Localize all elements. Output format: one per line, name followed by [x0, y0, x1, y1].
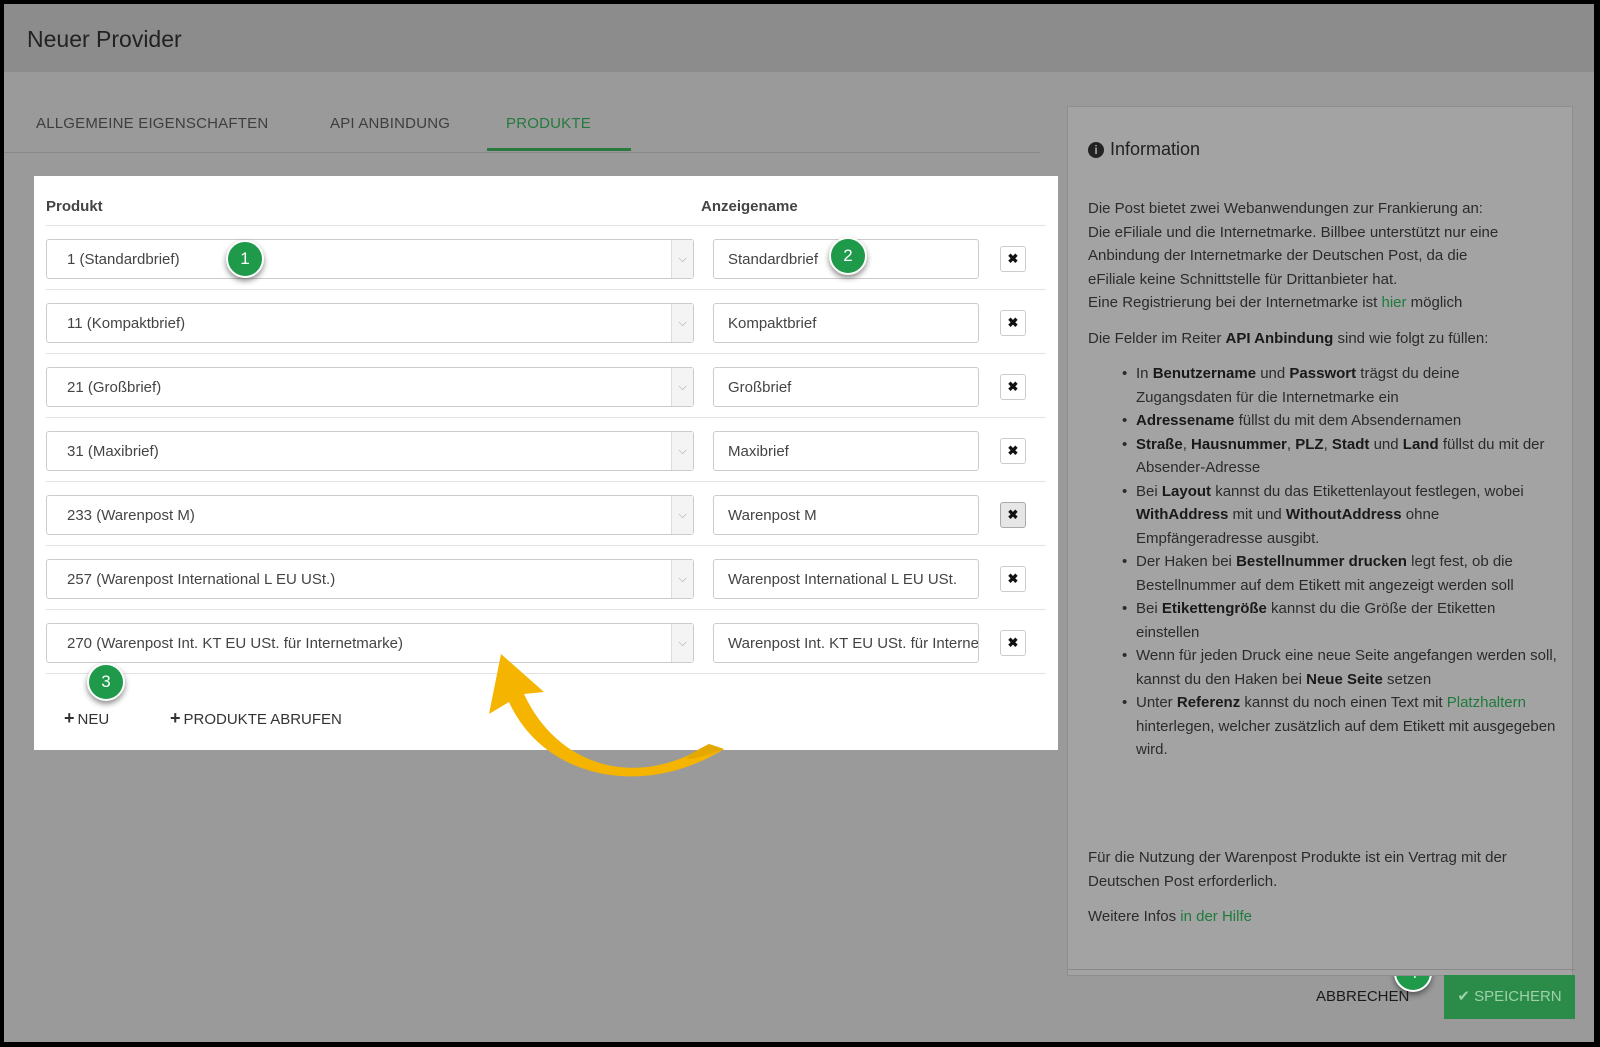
- information-footer: Für die Nutzung der Warenpost Produkte i…: [1088, 846, 1558, 941]
- save-button[interactable]: ✔ SPEICHERN: [1444, 975, 1575, 1019]
- list-item: Bei Layout kannst du das Etikettenlayout…: [1122, 480, 1558, 551]
- more-info: Weitere Infos in der Hilfe: [1088, 908, 1252, 925]
- placeholders-link[interactable]: Platzhaltern: [1447, 694, 1526, 711]
- information-text: Die Post bietet zwei Webanwendungen zur …: [1088, 197, 1558, 762]
- column-header-product: Produkt: [46, 198, 103, 215]
- list-item: Straße, Hausnummer, PLZ, Stadt und Land …: [1122, 433, 1558, 480]
- delete-row-button[interactable]: ✖: [1000, 438, 1026, 464]
- information-panel: i Information Die Post bietet zwei Webanw…: [1067, 106, 1573, 976]
- cancel-button[interactable]: ABBRECHEN: [1316, 988, 1409, 1005]
- active-tab-indicator: [487, 148, 631, 151]
- new-product-button[interactable]: + NEU: [64, 708, 109, 729]
- product-row: 11 (Kompaktbrief) ⌵ Kompaktbrief ✖: [46, 289, 1046, 354]
- tab-api[interactable]: API ANBINDUNG: [330, 115, 450, 132]
- column-header-display-name: Anzeigename: [701, 198, 798, 215]
- product-select[interactable]: 31 (Maxibrief) ⌵: [46, 431, 694, 471]
- product-select[interactable]: 1 (Standardbrief) ⌵: [46, 239, 694, 279]
- list-item: Wenn für jeden Druck eine neue Seite ang…: [1122, 644, 1558, 691]
- check-icon: ✔: [1457, 988, 1475, 1005]
- warenpost-note: Für die Nutzung der Warenpost Produkte i…: [1088, 849, 1507, 890]
- info-paragraph: Die Post bietet zwei Webanwendungen zur …: [1088, 200, 1499, 311]
- plus-icon: +: [64, 708, 75, 728]
- list-item: Adressename füllst du mit dem Absenderna…: [1122, 409, 1558, 433]
- chevron-down-icon: ⌵: [671, 304, 693, 342]
- tab-general[interactable]: ALLGEMEINE EIGENSCHAFTEN: [36, 115, 268, 132]
- registration-link[interactable]: hier: [1381, 294, 1406, 311]
- list-item: Der Haken bei Bestellnummer drucken legt…: [1122, 550, 1558, 597]
- list-item: In Benutzername und Passwort trägst du d…: [1122, 362, 1558, 409]
- annotation-arrow-icon: [489, 654, 724, 777]
- product-row: 233 (Warenpost M) ⌵ Warenpost M ✖: [46, 481, 1046, 546]
- product-row: 1 (Standardbrief) ⌵ Standardbrief ✖: [46, 225, 1046, 290]
- delete-row-button[interactable]: ✖: [1000, 502, 1026, 528]
- info-icon: i: [1088, 142, 1104, 158]
- product-select[interactable]: 11 (Kompaktbrief) ⌵: [46, 303, 694, 343]
- footer-divider: [1067, 969, 1575, 970]
- chevron-down-icon: ⌵: [671, 432, 693, 470]
- display-name-input[interactable]: Großbrief: [713, 367, 979, 407]
- display-name-input[interactable]: Warenpost Int. KT EU USt. für Internetma…: [713, 623, 979, 663]
- delete-row-button[interactable]: ✖: [1000, 566, 1026, 592]
- display-name-input[interactable]: Warenpost M: [713, 495, 979, 535]
- plus-icon: +: [170, 708, 181, 728]
- dialog-window: Neuer Provider ALLGEMEINE EIGENSCHAFTEN …: [4, 4, 1594, 1042]
- dialog-header: Neuer Provider: [4, 4, 1594, 72]
- help-link[interactable]: in der Hilfe: [1180, 908, 1252, 925]
- product-row: 257 (Warenpost International L EU USt.) ⌵…: [46, 545, 1046, 610]
- display-name-input[interactable]: Kompaktbrief: [713, 303, 979, 343]
- info-list: In Benutzername und Passwort trägst du d…: [1122, 362, 1558, 762]
- chevron-down-icon: ⌵: [671, 240, 693, 278]
- display-name-input[interactable]: Warenpost International L EU USt.: [713, 559, 979, 599]
- product-select[interactable]: 233 (Warenpost M) ⌵: [46, 495, 694, 535]
- delete-row-button[interactable]: ✖: [1000, 374, 1026, 400]
- fetch-products-button[interactable]: + PRODUKTE ABRUFEN: [170, 708, 342, 729]
- list-item: Unter Referenz kannst du noch einen Text…: [1122, 691, 1558, 762]
- information-heading: i Information: [1088, 139, 1200, 160]
- dialog-title: Neuer Provider: [27, 26, 182, 52]
- product-row: 31 (Maxibrief) ⌵ Maxibrief ✖: [46, 417, 1046, 482]
- tab-bar: ALLGEMEINE EIGENSCHAFTEN API ANBINDUNG P…: [4, 99, 1040, 153]
- delete-row-button[interactable]: ✖: [1000, 630, 1026, 656]
- delete-row-button[interactable]: ✖: [1000, 310, 1026, 336]
- delete-row-button[interactable]: ✖: [1000, 246, 1026, 272]
- product-select[interactable]: 257 (Warenpost International L EU USt.) ⌵: [46, 559, 694, 599]
- step-badge-3: 3: [87, 663, 125, 701]
- display-name-input[interactable]: Maxibrief: [713, 431, 979, 471]
- product-select[interactable]: 21 (Großbrief) ⌵: [46, 367, 694, 407]
- chevron-down-icon: ⌵: [671, 496, 693, 534]
- info-paragraph: Die Felder im Reiter API Anbindung sind …: [1088, 329, 1489, 347]
- chevron-down-icon: ⌵: [671, 368, 693, 406]
- list-item: Bei Etikettengröße kannst du die Größe d…: [1122, 597, 1558, 644]
- product-row: 21 (Großbrief) ⌵ Großbrief ✖: [46, 353, 1046, 418]
- step-badge-1: 1: [226, 240, 264, 278]
- step-badge-2: 2: [829, 237, 867, 275]
- tab-products[interactable]: PRODUKTE: [506, 115, 591, 132]
- chevron-down-icon: ⌵: [671, 560, 693, 598]
